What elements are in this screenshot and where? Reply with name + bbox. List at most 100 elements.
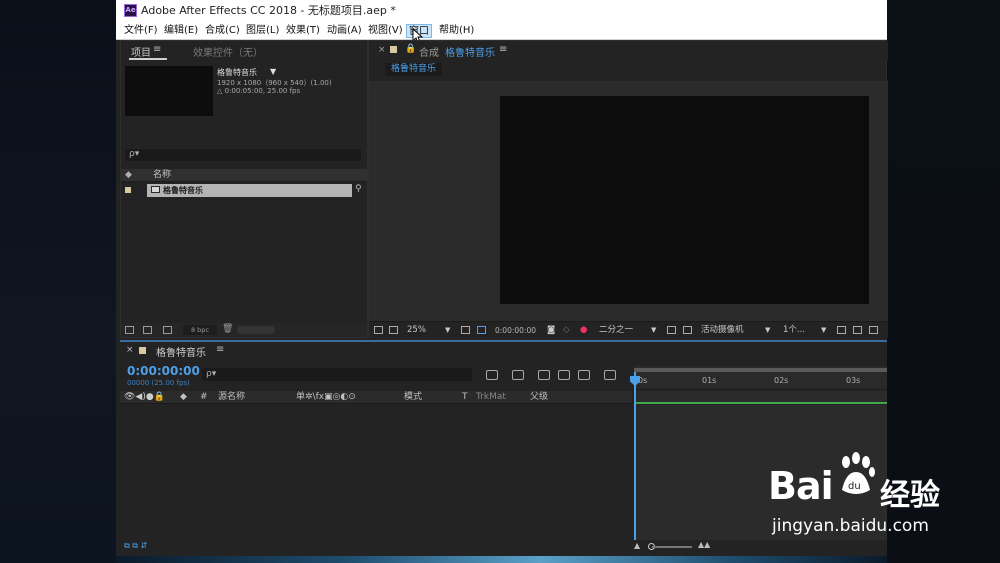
transparency-grid-icon[interactable] <box>477 326 486 334</box>
column-layer-name[interactable]: 源名称 <box>218 391 245 404</box>
column-switches: 单✲\fx▣◎◐⊙ <box>296 392 356 402</box>
watermark-url: jingyan.baidu.com <box>772 516 929 536</box>
project-footer: 8 bpc 🗑 <box>121 323 367 337</box>
new-folder-icon[interactable] <box>143 326 152 334</box>
chevron-down-icon[interactable]: ▼ <box>651 325 656 336</box>
menu-view[interactable]: 视图(V) <box>366 24 405 38</box>
search-icon: ρ▾ <box>129 149 140 159</box>
show-snapshot-icon[interactable]: ◇ <box>563 325 570 336</box>
toggle-switches-icon[interactable]: ⧉ ⧉ ⇵ <box>124 541 147 551</box>
graph-editor-icon[interactable] <box>604 370 616 380</box>
color-channels-icon[interactable]: ● <box>580 325 587 336</box>
timeline-link-icon[interactable] <box>837 326 846 334</box>
label-color-swatch <box>390 46 397 53</box>
menu-effect[interactable]: 效果(T) <box>284 24 322 38</box>
close-icon[interactable]: × <box>378 45 386 55</box>
camera-snapshot-icon[interactable]: ◙ <box>547 325 555 336</box>
flowchart-icon[interactable]: ⚲ <box>355 184 362 194</box>
timeline-tab-bar: × 格鲁特音乐 ≡ <box>120 342 887 360</box>
menu-file[interactable]: 文件(F) <box>122 24 160 38</box>
column-mode[interactable]: 模式 <box>404 391 422 404</box>
tab-project[interactable]: 项目 <box>131 44 151 59</box>
chevron-down-icon[interactable]: ▼ <box>445 325 450 336</box>
visibility-icon[interactable]: 👁◀)●🔒 <box>124 391 165 404</box>
label-tag-icon[interactable]: ◆ <box>180 391 187 404</box>
fit-frame-icon[interactable] <box>461 326 470 334</box>
frame-blending-icon[interactable] <box>558 370 570 380</box>
layer-list[interactable] <box>120 405 632 540</box>
comp-breadcrumb-tab[interactable]: 格鲁特音乐 <box>385 63 443 76</box>
camera-select[interactable]: 活动摄像机 <box>701 325 744 336</box>
ruler-tick-label: 01s <box>702 376 717 385</box>
comp-current-time[interactable]: 0:00:00:00 <box>495 325 536 336</box>
zoom-select[interactable]: 25% <box>407 325 426 336</box>
trash-icon[interactable]: 🗑 <box>222 324 233 334</box>
motion-blur-icon[interactable] <box>578 370 590 380</box>
reset-exposure-icon[interactable] <box>869 326 878 334</box>
project-search-input[interactable]: ρ▾ <box>125 149 361 161</box>
ruler-tick-label: 02s <box>774 376 789 385</box>
column-t: T <box>462 392 468 402</box>
region-of-interest-icon[interactable] <box>374 326 383 334</box>
bit-depth-button[interactable]: 8 bpc <box>183 325 217 335</box>
comp-mini-flowchart-icon[interactable] <box>486 370 498 380</box>
project-list-header: ◆ 名称 <box>121 169 367 182</box>
comp-tab-name[interactable]: 格鲁特音乐 <box>445 44 495 59</box>
label-color-swatch <box>139 347 146 354</box>
menu-edit[interactable]: 编辑(E) <box>162 24 200 38</box>
new-comp-icon[interactable] <box>163 326 172 334</box>
panel-menu-icon[interactable]: ≡ <box>499 44 507 55</box>
fast-preview-icon[interactable] <box>667 326 676 334</box>
ae-app-icon: Ae <box>124 4 137 17</box>
resolution-select[interactable]: 二分之一 <box>599 325 633 336</box>
menu-help[interactable]: 帮助(H) <box>437 24 476 38</box>
timeline-search-input[interactable]: ρ▾ <box>202 368 472 381</box>
comp-label: 合成 <box>419 48 439 59</box>
comp-thumbnail <box>125 66 213 116</box>
ruler-tick-label: 03s <box>846 376 861 385</box>
watermark-logo: Bai <box>768 464 834 508</box>
draft-3d-icon[interactable] <box>512 370 524 380</box>
tab-underline <box>129 58 167 60</box>
column-trkmat[interactable]: TrkMat <box>476 391 506 404</box>
project-panel: 项目 ≡ 效果控件（无） 格鲁特音乐 ▼ 1920 x 1080（960 x 5… <box>120 40 368 338</box>
views-select[interactable]: 1个... <box>783 325 805 336</box>
monitor-icon[interactable] <box>389 326 398 334</box>
time-ruler[interactable]: 0s 01s 02s 03s <box>634 366 887 388</box>
timeline-tab-name[interactable]: 格鲁特音乐 <box>156 344 206 359</box>
column-parent[interactable]: 父级 <box>530 391 548 404</box>
window-title: Adobe After Effects CC 2018 - 无标题项目.aep … <box>141 4 396 17</box>
menu-animation[interactable]: 动画(A) <box>325 24 364 38</box>
interpret-footage-icon[interactable] <box>125 326 134 334</box>
current-time-indicator[interactable] <box>634 372 636 542</box>
toggle-mask-icon[interactable] <box>683 326 692 334</box>
close-icon[interactable]: × <box>126 345 134 355</box>
work-area-bar[interactable] <box>634 368 887 372</box>
panel-menu-icon[interactable]: ≡ <box>153 44 161 55</box>
panel-menu-icon[interactable]: ≡ <box>216 344 224 355</box>
flowchart-icon[interactable] <box>853 326 862 334</box>
list-item[interactable]: 格鲁特音乐 ⚲ <box>121 183 367 197</box>
label-color-swatch[interactable] <box>125 187 131 193</box>
comp-viewer[interactable] <box>369 81 888 321</box>
shy-layers-icon[interactable] <box>538 370 550 380</box>
paw-icon: du <box>836 452 876 504</box>
chevron-down-icon[interactable]: ▼ <box>821 325 826 336</box>
menu-composition[interactable]: 合成(C) <box>203 24 242 38</box>
menu-layer[interactable]: 图层(L) <box>244 24 281 38</box>
selected-comp-name: 格鲁特音乐 <box>217 68 257 77</box>
work-area-indicator <box>634 402 887 404</box>
chevron-down-icon[interactable]: ▼ <box>765 325 770 336</box>
chevron-down-icon[interactable]: ▼ <box>270 67 276 76</box>
column-name[interactable]: 名称 <box>153 169 171 182</box>
timeline-zoom-slider[interactable] <box>652 546 692 548</box>
comp-canvas[interactable] <box>500 96 869 304</box>
lock-icon[interactable]: 🔒 <box>405 44 416 54</box>
zoom-out-icon[interactable]: ▲ <box>634 541 640 550</box>
thumbnail-slider[interactable] <box>237 326 275 334</box>
zoom-in-icon[interactable]: ▲▲ <box>698 540 710 549</box>
comp-duration: △ 0:00:05:00, 25.00 fps <box>217 87 301 95</box>
current-time-display[interactable]: 0:00:00:00 <box>127 364 200 378</box>
tab-effect-controls[interactable]: 效果控件（无） <box>193 44 263 59</box>
comp-viewer-footer: 25% ▼ 0:00:00:00 ◙ ◇ ● 二分之一 ▼ 活动摄像机 ▼ 1个… <box>369 321 888 338</box>
